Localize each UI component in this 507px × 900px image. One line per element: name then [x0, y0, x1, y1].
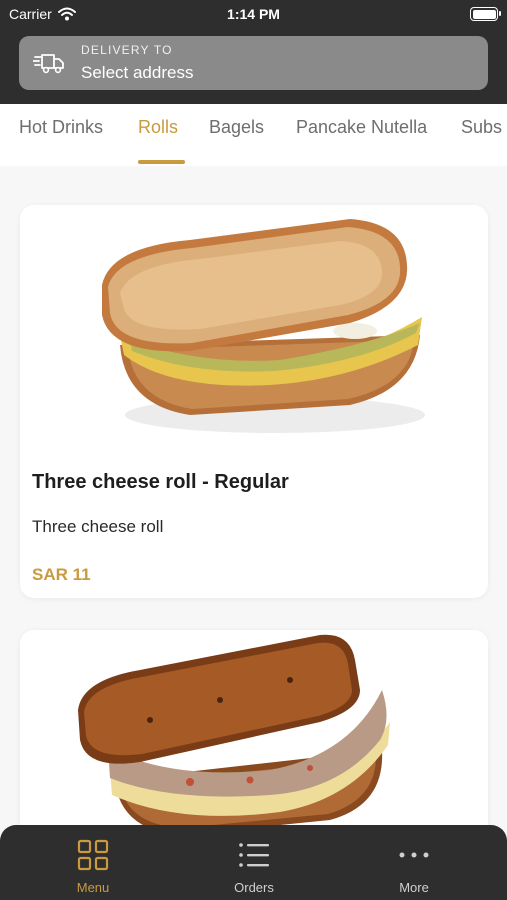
tab-subs[interactable]: Subs	[461, 117, 502, 138]
more-dots-icon	[399, 852, 429, 858]
product-card[interactable]: Three cheese roll - Regular Three cheese…	[20, 205, 488, 598]
category-tabs: Hot Drinks Rolls Bagels Pancake Nutella …	[0, 104, 507, 166]
app-header: Carrier 1:14 PM DELIVERY TO Select addre…	[0, 0, 507, 104]
delivery-to-label: DELIVERY TO	[81, 43, 173, 57]
product-price: SAR 11	[32, 565, 91, 584]
product-description: Three cheese roll	[32, 517, 164, 536]
selected-address: Select address	[81, 63, 194, 82]
grid-icon	[77, 839, 109, 871]
nav-orders[interactable]: Orders	[194, 825, 314, 900]
list-icon	[239, 843, 269, 867]
nav-orders-label: Orders	[234, 880, 274, 895]
product-image	[20, 205, 488, 455]
nav-more-label: More	[399, 880, 429, 895]
nav-menu[interactable]: Menu	[33, 825, 153, 900]
battery-icon	[470, 7, 501, 21]
tab-rolls[interactable]: Rolls	[138, 117, 178, 138]
delivery-address-selector[interactable]: DELIVERY TO Select address	[19, 36, 488, 90]
nav-more[interactable]: More	[354, 825, 474, 900]
nav-menu-label: Menu	[76, 880, 110, 895]
tab-bagels[interactable]: Bagels	[209, 117, 264, 138]
status-bar: Carrier 1:14 PM	[0, 0, 507, 30]
delivery-truck-icon	[33, 54, 64, 74]
active-tab-indicator	[138, 160, 185, 164]
tab-hot-drinks[interactable]: Hot Drinks	[19, 117, 103, 138]
product-title: Three cheese roll - Regular	[32, 471, 289, 493]
tab-pancake-nutella[interactable]: Pancake Nutella	[296, 117, 427, 138]
status-time: 1:14 PM	[227, 6, 280, 22]
bottom-navigation: Menu Orders More	[0, 825, 507, 900]
